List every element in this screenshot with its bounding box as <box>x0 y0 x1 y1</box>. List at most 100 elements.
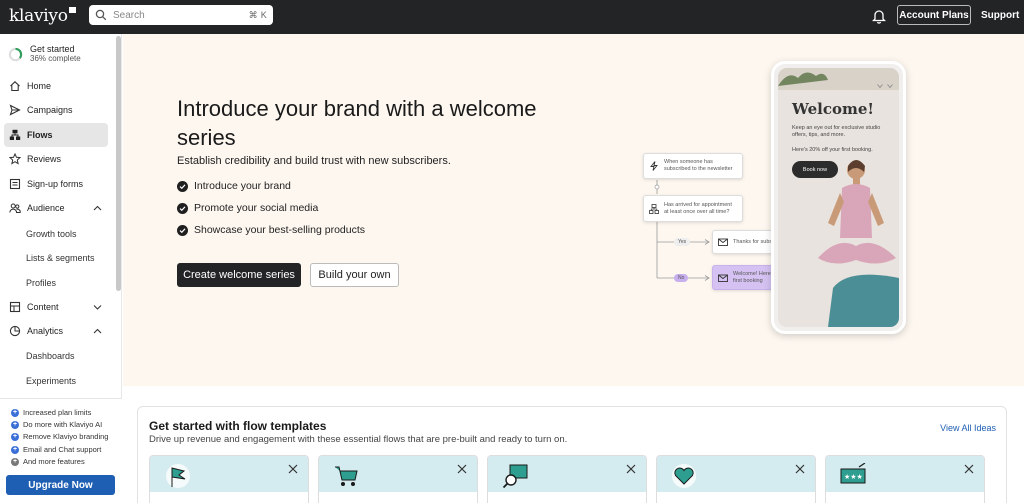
sidebar-item-content[interactable]: Content <box>4 295 108 319</box>
get-started-progress[interactable]: Get started 36% complete <box>8 44 81 64</box>
phone-heading: Welcome! <box>792 100 875 118</box>
get-started-percent: 36% complete <box>30 54 81 63</box>
close-icon[interactable] <box>457 464 467 474</box>
heart-icon <box>672 464 696 488</box>
top-bar: klaviyo ⌘ K Account Plans Support <box>0 0 1024 34</box>
perk-label: Increased plan limits <box>23 408 92 417</box>
plus-icon: + <box>11 420 19 429</box>
bullet-text: Showcase your best-selling products <box>194 224 366 236</box>
get-started-title: Get started <box>30 44 75 54</box>
account-plans-button[interactable]: Account Plans <box>897 5 971 25</box>
sidebar-item-label: Content <box>27 302 59 312</box>
browse-icon <box>502 464 528 489</box>
chevron-down-icon[interactable] <box>93 303 102 311</box>
templates-subtitle: Drive up revenue and engagement with the… <box>149 434 568 445</box>
flag-icon <box>166 464 190 488</box>
flow-trigger-card: When someone has subscribed to the newsl… <box>643 153 743 179</box>
perk-item: + Increased plan limits <box>11 408 91 417</box>
build-your-own-button[interactable]: Build your own <box>310 263 399 287</box>
plus-icon: + <box>11 432 19 441</box>
template-card[interactable] <box>318 455 478 503</box>
audience-icon <box>9 203 21 213</box>
hero-bullet: Introduce your brand <box>177 180 291 192</box>
svg-text:★★★: ★★★ <box>844 473 863 481</box>
chevron-down-icon <box>877 84 893 89</box>
form-icon <box>9 178 21 190</box>
home-icon <box>10 81 20 92</box>
sidebar-item-analytics[interactable]: Analytics <box>4 319 108 343</box>
content-icon <box>9 301 21 313</box>
upgrade-promo: + Increased plan limits + Do more with Kla… <box>0 398 122 503</box>
sidebar-subitem-dashboards[interactable]: Dashboards <box>26 351 75 361</box>
hero-bullet: Showcase your best-selling products <box>177 224 365 236</box>
search-box[interactable]: ⌘ K <box>89 5 273 25</box>
sidebar-item-label: Reviews <box>27 154 62 164</box>
flow-condition-card: Has arrived for appointment at least onc… <box>643 195 743 222</box>
klaviyo-logo[interactable]: klaviyo <box>9 6 76 26</box>
flow-condition-text: Has arrived for appointment at least onc… <box>664 201 732 215</box>
sidebar-subitem-experiments[interactable]: Experiments <box>26 376 76 386</box>
check-circle-icon <box>177 224 188 236</box>
phone-body: Keep an eye out for exclusive studio off… <box>792 125 881 138</box>
sidebar-item-audience[interactable]: Audience <box>4 196 108 220</box>
analytics-icon <box>9 325 21 337</box>
sidebar-item-label: Sign-up forms <box>27 179 84 189</box>
flow-templates-panel: Get started with flow templates Drive up… <box>137 406 1007 503</box>
sidebar-scrollbar[interactable] <box>116 36 121 291</box>
close-icon[interactable] <box>626 464 636 474</box>
sidebar-item-label: Audience <box>27 203 65 213</box>
flows-icon <box>9 129 21 140</box>
sidebar-subitem-growth-tools[interactable]: Growth tools <box>26 229 77 239</box>
chevron-up-icon[interactable] <box>93 204 102 212</box>
sidebar-item-label: Home <box>27 81 52 91</box>
sidebar-subitem-lists-segments[interactable]: Lists & segments <box>26 253 95 263</box>
cart-icon <box>335 466 358 486</box>
close-icon[interactable] <box>964 464 974 474</box>
sidebar-item-flows[interactable]: Flows <box>4 123 108 147</box>
template-card[interactable] <box>656 455 816 503</box>
search-shortcut: ⌘ K <box>248 9 267 20</box>
send-icon <box>9 104 21 116</box>
no-tag: No <box>674 274 689 282</box>
mail-icon <box>718 274 728 282</box>
bell-icon[interactable] <box>872 8 886 24</box>
chevron-up-icon[interactable] <box>93 327 102 335</box>
yes-tag: Yes <box>674 238 691 246</box>
phone-screen: Welcome! Keep an eye out for exclusive s… <box>778 68 899 327</box>
sidebar-item-signup-forms[interactable]: Sign-up forms <box>4 172 108 196</box>
sidebar-item-campaigns[interactable]: Campaigns <box>4 98 108 122</box>
template-card[interactable]: ★★★ <box>825 455 985 503</box>
sidebar-item-home[interactable]: Home <box>4 74 108 98</box>
logo-flag-icon <box>68 7 76 13</box>
search-input[interactable] <box>113 9 249 21</box>
close-icon[interactable] <box>795 464 805 474</box>
sidebar-item-label: Campaigns <box>27 105 73 115</box>
search-icon <box>95 9 107 21</box>
hero-title: Introduce your brand with a welcome seri… <box>177 96 537 150</box>
create-welcome-series-button[interactable]: Create welcome series <box>177 263 301 287</box>
mail-icon <box>718 238 728 246</box>
flow-trigger-text: When someone has subscribed to the newsl… <box>664 159 733 172</box>
hero-bullet: Promote your social media <box>177 202 318 214</box>
check-circle-icon <box>177 180 188 192</box>
template-card[interactable] <box>149 455 309 503</box>
view-all-ideas-link[interactable]: View All Ideas <box>940 423 996 433</box>
perk-item: + Email and Chat support <box>11 445 101 454</box>
phone-offer: Here's 20% off your first booking. <box>792 147 873 153</box>
close-icon[interactable] <box>288 464 298 474</box>
sidebar-item-label: Flows <box>27 130 53 140</box>
brand-name: klaviyo <box>9 6 68 26</box>
support-link[interactable]: Support <box>981 10 1019 21</box>
review-icon: ★★★ <box>840 463 866 484</box>
sidebar-item-reviews[interactable]: Reviews <box>4 147 108 171</box>
sidebar-item-label: Analytics <box>27 326 64 336</box>
template-card[interactable] <box>487 455 647 503</box>
perk-label: Do more with Klaviyo AI <box>23 420 103 429</box>
sidebar-subitem-profiles[interactable]: Profiles <box>26 278 56 288</box>
perk-item: + Do more with Klaviyo AI <box>11 420 102 429</box>
plus-icon: + <box>11 445 19 454</box>
phone-book-now-button: Book now <box>792 161 838 178</box>
plus-icon: + <box>11 457 19 466</box>
perk-label: Remove Klaviyo branding <box>23 432 109 441</box>
upgrade-now-button[interactable]: Upgrade Now <box>6 475 115 495</box>
